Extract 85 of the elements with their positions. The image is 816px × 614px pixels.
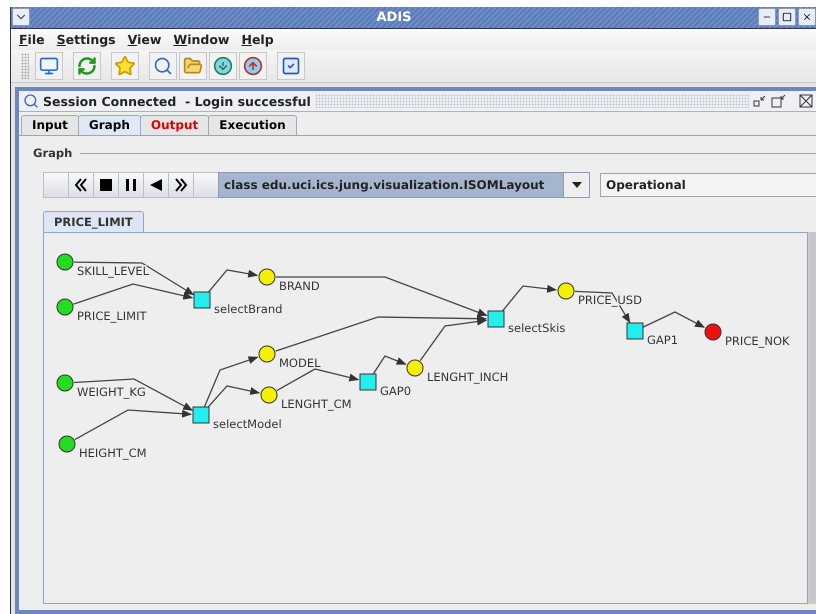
- square-node[interactable]: [194, 292, 210, 308]
- rewind-icon: [74, 178, 88, 192]
- open-button[interactable]: [179, 52, 207, 80]
- upload-icon: [243, 56, 263, 76]
- menu-item[interactable]: Window: [173, 32, 230, 47]
- edge-arrow: [372, 355, 407, 375]
- download-button[interactable]: [209, 52, 237, 80]
- menu-item[interactable]: Settings: [56, 32, 116, 47]
- node-label: WEIGHT_KG: [77, 385, 146, 399]
- checklist-icon: [281, 56, 301, 76]
- forward-icon: [174, 178, 188, 192]
- tab[interactable]: Graph: [78, 115, 141, 135]
- circle-node[interactable]: [56, 374, 74, 392]
- square-node[interactable]: [360, 374, 376, 390]
- circle-node[interactable]: [406, 360, 424, 376]
- node-label: GAP1: [647, 333, 678, 347]
- edge-arrow: [207, 269, 258, 294]
- maximize-icon: [782, 12, 792, 22]
- search-icon: [153, 56, 173, 76]
- node-label: selectModel: [213, 417, 282, 431]
- diagram-tab[interactable]: PRICE_LIMIT: [43, 211, 144, 232]
- stop-icon: [99, 178, 113, 192]
- search-icon: [23, 93, 39, 109]
- forward-button[interactable]: [168, 172, 194, 198]
- folder-icon: [183, 56, 203, 76]
- scrollbar[interactable]: [808, 232, 816, 604]
- download-icon: [213, 56, 233, 76]
- group-title: Graph: [33, 146, 72, 160]
- node-label: LENGHT_CM: [281, 397, 352, 411]
- toolbar-grip[interactable]: [21, 52, 29, 79]
- search-button[interactable]: [149, 52, 177, 80]
- node-label: LENGHT_INCH: [427, 370, 508, 384]
- node-label: PRICE_LIMIT: [77, 309, 146, 323]
- edge-arrow: [501, 284, 558, 312]
- frame-title: Session Connected - Login successful: [43, 94, 311, 108]
- menu-item[interactable]: File: [19, 32, 45, 47]
- minimize-button[interactable]: [758, 8, 776, 26]
- connect-button[interactable]: [35, 52, 63, 80]
- menu-item[interactable]: Help: [241, 32, 274, 47]
- iconify-button[interactable]: [753, 94, 767, 108]
- node-label: selectBrand: [214, 302, 282, 316]
- stop-button[interactable]: [93, 172, 119, 198]
- circle-node[interactable]: [56, 254, 74, 270]
- node-label: PRICE_NOK: [725, 334, 790, 348]
- star-icon: [114, 54, 136, 77]
- circle-node[interactable]: [258, 346, 276, 362]
- circle-node[interactable]: [56, 298, 74, 316]
- window-title: ADIS: [375, 10, 413, 25]
- close-button[interactable]: [798, 8, 816, 26]
- square-node[interactable]: [192, 406, 210, 424]
- check-button[interactable]: [277, 52, 305, 80]
- tab[interactable]: Execution: [208, 115, 297, 135]
- rewind-button[interactable]: [68, 172, 94, 198]
- menu-item[interactable]: View: [128, 32, 162, 47]
- tab[interactable]: Output: [140, 115, 210, 135]
- close-button[interactable]: [799, 94, 813, 108]
- status-field: Operational: [600, 173, 816, 197]
- monitor-icon: [39, 56, 59, 76]
- circle-node[interactable]: [58, 436, 76, 452]
- node-label: SKILL_LEVEL: [77, 264, 150, 278]
- back-icon: [149, 178, 163, 192]
- square-node[interactable]: [626, 322, 644, 340]
- node-label: MODEL: [279, 356, 321, 370]
- close-icon: [802, 12, 812, 22]
- window-menu-button[interactable]: [12, 8, 30, 26]
- node-label: selectSkis: [508, 321, 566, 335]
- refresh-icon: [77, 56, 97, 76]
- node-label: GAP0: [380, 384, 412, 398]
- refresh-button[interactable]: [73, 52, 101, 80]
- back-button[interactable]: [143, 172, 169, 198]
- tab[interactable]: Input: [21, 115, 79, 135]
- circle-node[interactable]: [260, 386, 278, 404]
- restore-button[interactable]: [771, 94, 787, 108]
- layout-dropdown[interactable]: class edu.uci.ics.jung.visualization.ISOMLayout: [218, 172, 590, 198]
- maximize-button[interactable]: [778, 8, 796, 26]
- pause-icon: [124, 178, 138, 192]
- circle-node[interactable]: [258, 268, 276, 286]
- edge-arrow: [642, 311, 706, 328]
- circle-node[interactable]: [558, 282, 574, 300]
- pause-button[interactable]: [118, 172, 144, 198]
- circle-node[interactable]: [704, 324, 722, 340]
- node-label: BRAND: [279, 279, 320, 293]
- square-node[interactable]: [488, 310, 504, 328]
- node-label: HEIGHT_CM: [79, 446, 147, 460]
- upload-button[interactable]: [239, 52, 267, 80]
